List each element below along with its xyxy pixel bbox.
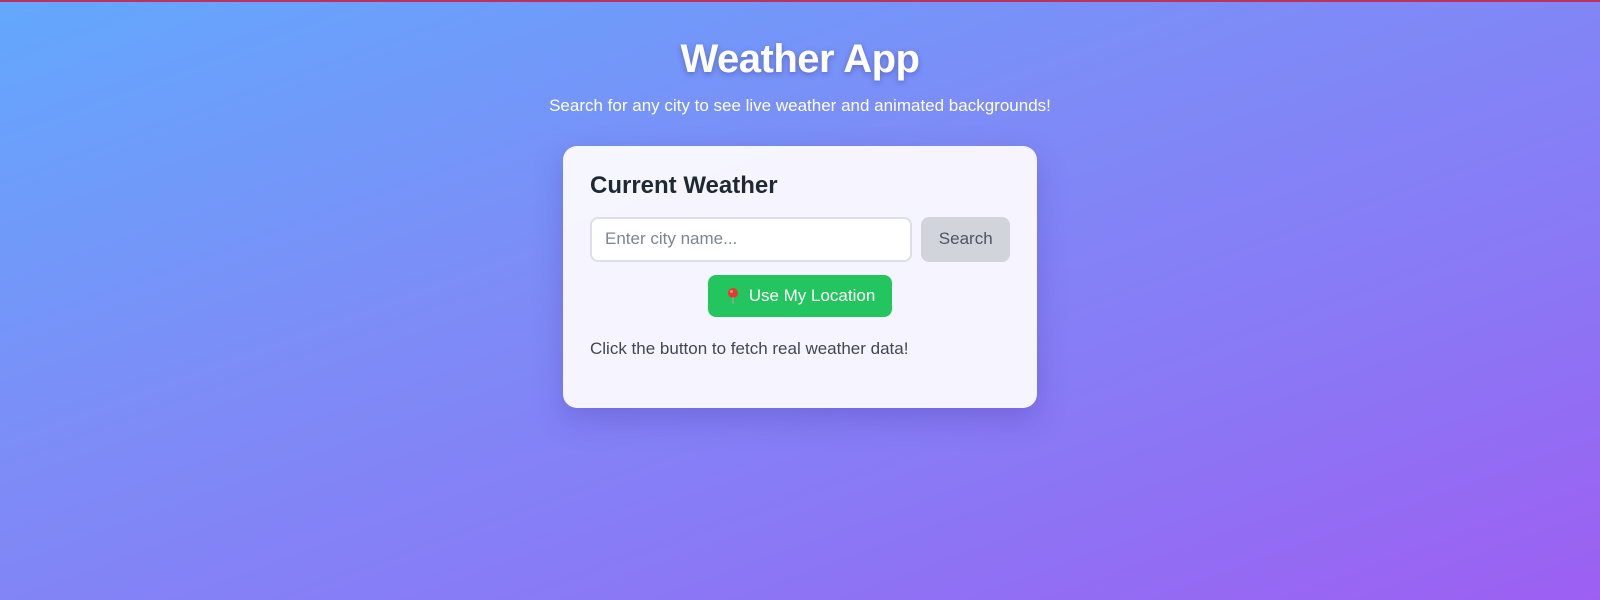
pin-icon <box>725 287 741 305</box>
use-my-location-button[interactable]: Use My Location <box>707 274 893 317</box>
app-subtitle: Search for any city to see live weather … <box>549 96 1051 115</box>
use-my-location-label: Use My Location <box>748 285 876 305</box>
page-header: Weather App Search for any city to see l… <box>0 0 1600 116</box>
card-title: Current Weather <box>590 172 778 199</box>
location-row: Use My Location <box>590 274 1010 317</box>
weather-card: Current Weather Search Use My Location C… <box>563 146 1037 408</box>
city-search-input[interactable] <box>590 216 913 262</box>
status-text: Click the button to fetch real weather d… <box>590 338 909 358</box>
search-button[interactable]: Search <box>921 216 1010 262</box>
search-row: Search <box>590 216 1010 262</box>
app-title: Weather App <box>680 37 920 81</box>
top-border <box>0 0 1600 2</box>
